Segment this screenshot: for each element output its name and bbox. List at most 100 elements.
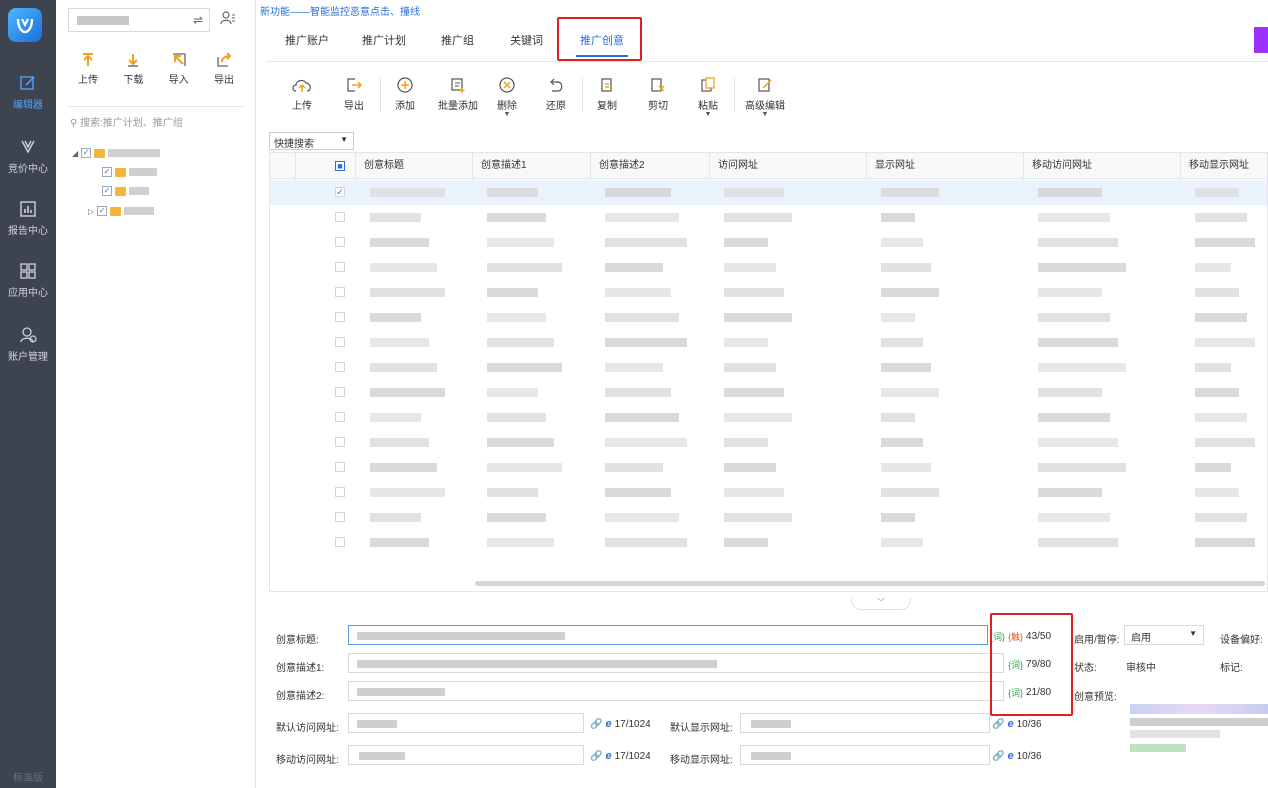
- table-row[interactable]: [270, 430, 1267, 455]
- table-row[interactable]: [270, 455, 1267, 480]
- rail-item-report[interactable]: 报告中心: [0, 190, 56, 252]
- tab-keyword[interactable]: 关键词: [510, 32, 543, 48]
- row-checkbox[interactable]: ✓: [335, 187, 345, 197]
- table-row[interactable]: [270, 405, 1267, 430]
- col-mobile-url[interactable]: 移动访问网址: [1023, 153, 1180, 179]
- row-checkbox[interactable]: [335, 337, 345, 347]
- title-input[interactable]: [348, 625, 988, 645]
- browser-icon[interactable]: e: [1007, 750, 1013, 762]
- tab-group[interactable]: 推广组: [441, 32, 474, 48]
- enable-select[interactable]: 启用 ▼: [1124, 625, 1204, 645]
- chevron-down-icon[interactable]: ▼: [487, 111, 527, 118]
- col-desc1[interactable]: 创意描述1: [472, 153, 590, 179]
- row-checkbox[interactable]: [335, 237, 345, 247]
- copy-button[interactable]: 复制: [587, 74, 627, 112]
- redacted-cell: [487, 313, 546, 322]
- select-all-checkbox[interactable]: ■: [335, 161, 345, 171]
- row-checkbox[interactable]: [335, 462, 345, 472]
- table-row[interactable]: [270, 280, 1267, 305]
- side-chip[interactable]: [1254, 27, 1268, 53]
- swap-icon[interactable]: ⇌: [193, 13, 203, 27]
- table-row[interactable]: ✓: [270, 180, 1267, 205]
- table-row[interactable]: [270, 380, 1267, 405]
- chevron-down-icon[interactable]: ▼: [740, 111, 790, 118]
- tree-import-button[interactable]: 导入: [157, 52, 201, 86]
- row-checkbox[interactable]: [335, 387, 345, 397]
- browser-icon[interactable]: e: [605, 750, 611, 762]
- link-icon[interactable]: 🔗: [992, 719, 1004, 730]
- table-row[interactable]: [270, 505, 1267, 530]
- batch-add-button[interactable]: 批量添加: [435, 74, 481, 112]
- quick-search-select[interactable]: 快捷搜索 ▼: [269, 132, 354, 150]
- table-row[interactable]: [270, 205, 1267, 230]
- table-row[interactable]: [270, 255, 1267, 280]
- expand-icon[interactable]: ▷: [88, 207, 94, 216]
- user-list-icon[interactable]: [220, 10, 236, 26]
- account-selector[interactable]: ⇌: [68, 8, 210, 32]
- horizontal-scrollbar[interactable]: [475, 581, 1265, 586]
- table-row[interactable]: [270, 330, 1267, 355]
- row-checkbox[interactable]: [335, 412, 345, 422]
- row-checkbox[interactable]: [335, 312, 345, 322]
- row-checkbox[interactable]: [335, 362, 345, 372]
- tree-node-plan[interactable]: ✓: [102, 165, 157, 179]
- url-input[interactable]: [348, 713, 584, 733]
- paste-button[interactable]: 粘贴 ▼: [688, 74, 728, 118]
- tree-download-button[interactable]: 下载: [111, 52, 155, 86]
- desc1-input[interactable]: [348, 653, 1004, 673]
- rail-item-apps[interactable]: 应用中心: [0, 252, 56, 314]
- tree-checkbox[interactable]: ✓: [102, 186, 112, 196]
- cut-button[interactable]: 剪切: [638, 74, 678, 112]
- row-checkbox[interactable]: [335, 212, 345, 222]
- tab-plan[interactable]: 推广计划: [362, 32, 406, 48]
- table-row[interactable]: [270, 480, 1267, 505]
- tab-account[interactable]: 推广账户: [285, 32, 329, 48]
- add-button[interactable]: 添加: [385, 74, 425, 112]
- display-url-input[interactable]: [740, 713, 990, 733]
- browser-icon[interactable]: e: [605, 718, 611, 730]
- rail-item-editor[interactable]: 编辑器: [0, 64, 56, 126]
- row-checkbox[interactable]: [335, 487, 345, 497]
- col-title[interactable]: 创意标题: [355, 153, 472, 179]
- mobile-display-url-input[interactable]: [740, 745, 990, 765]
- export-button[interactable]: 导出: [334, 74, 374, 112]
- rail-item-account[interactable]: 账户管理: [0, 316, 56, 378]
- delete-button[interactable]: 删除 ▼: [487, 74, 527, 118]
- browser-icon[interactable]: e: [1007, 718, 1013, 730]
- desc2-input[interactable]: [348, 681, 1004, 701]
- link-icon[interactable]: 🔗: [590, 719, 602, 730]
- tree-node-plan[interactable]: ▷ ✓: [88, 204, 155, 218]
- row-checkbox[interactable]: [335, 262, 345, 272]
- tree-upload-button[interactable]: 上传: [66, 52, 110, 86]
- tree-checkbox[interactable]: ✓: [97, 206, 108, 216]
- tree-node-account[interactable]: ◢ ✓: [72, 146, 161, 160]
- link-icon[interactable]: 🔗: [590, 751, 602, 762]
- new-feature-banner[interactable]: 新功能——智能监控恶意点击、撞线: [260, 3, 420, 18]
- tree-export-button[interactable]: 导出: [202, 52, 246, 86]
- table-row[interactable]: [270, 530, 1267, 555]
- tree-checkbox[interactable]: ✓: [102, 167, 112, 177]
- collapse-detail-toggle[interactable]: ﹀: [851, 598, 911, 610]
- rail-item-bidding[interactable]: 竞价中心: [0, 128, 56, 190]
- mobile-url-input[interactable]: [348, 745, 584, 765]
- upload-button[interactable]: 上传: [282, 74, 322, 112]
- expand-icon[interactable]: ◢: [72, 149, 78, 158]
- tree-node-plan[interactable]: ✓: [102, 184, 149, 198]
- row-checkbox[interactable]: [335, 537, 345, 547]
- link-icon[interactable]: 🔗: [992, 751, 1004, 762]
- table-row[interactable]: [270, 230, 1267, 255]
- table-row[interactable]: [270, 355, 1267, 380]
- advanced-edit-button[interactable]: 高级编辑 ▼: [740, 74, 790, 118]
- col-display-url[interactable]: 显示网址: [866, 153, 1023, 179]
- undo-button[interactable]: 还原: [536, 74, 576, 112]
- row-checkbox[interactable]: [335, 512, 345, 522]
- chevron-down-icon[interactable]: ▼: [688, 111, 728, 118]
- tree-search-input[interactable]: ⚲ 搜索:推广计划、推广组: [70, 114, 183, 129]
- col-url[interactable]: 访问网址: [709, 153, 866, 179]
- row-checkbox[interactable]: [335, 437, 345, 447]
- col-desc2[interactable]: 创意描述2: [590, 153, 709, 179]
- table-row[interactable]: [270, 305, 1267, 330]
- col-mobile-display-url[interactable]: 移动显示网址: [1180, 153, 1267, 179]
- row-checkbox[interactable]: [335, 287, 345, 297]
- tree-checkbox[interactable]: ✓: [81, 148, 92, 158]
